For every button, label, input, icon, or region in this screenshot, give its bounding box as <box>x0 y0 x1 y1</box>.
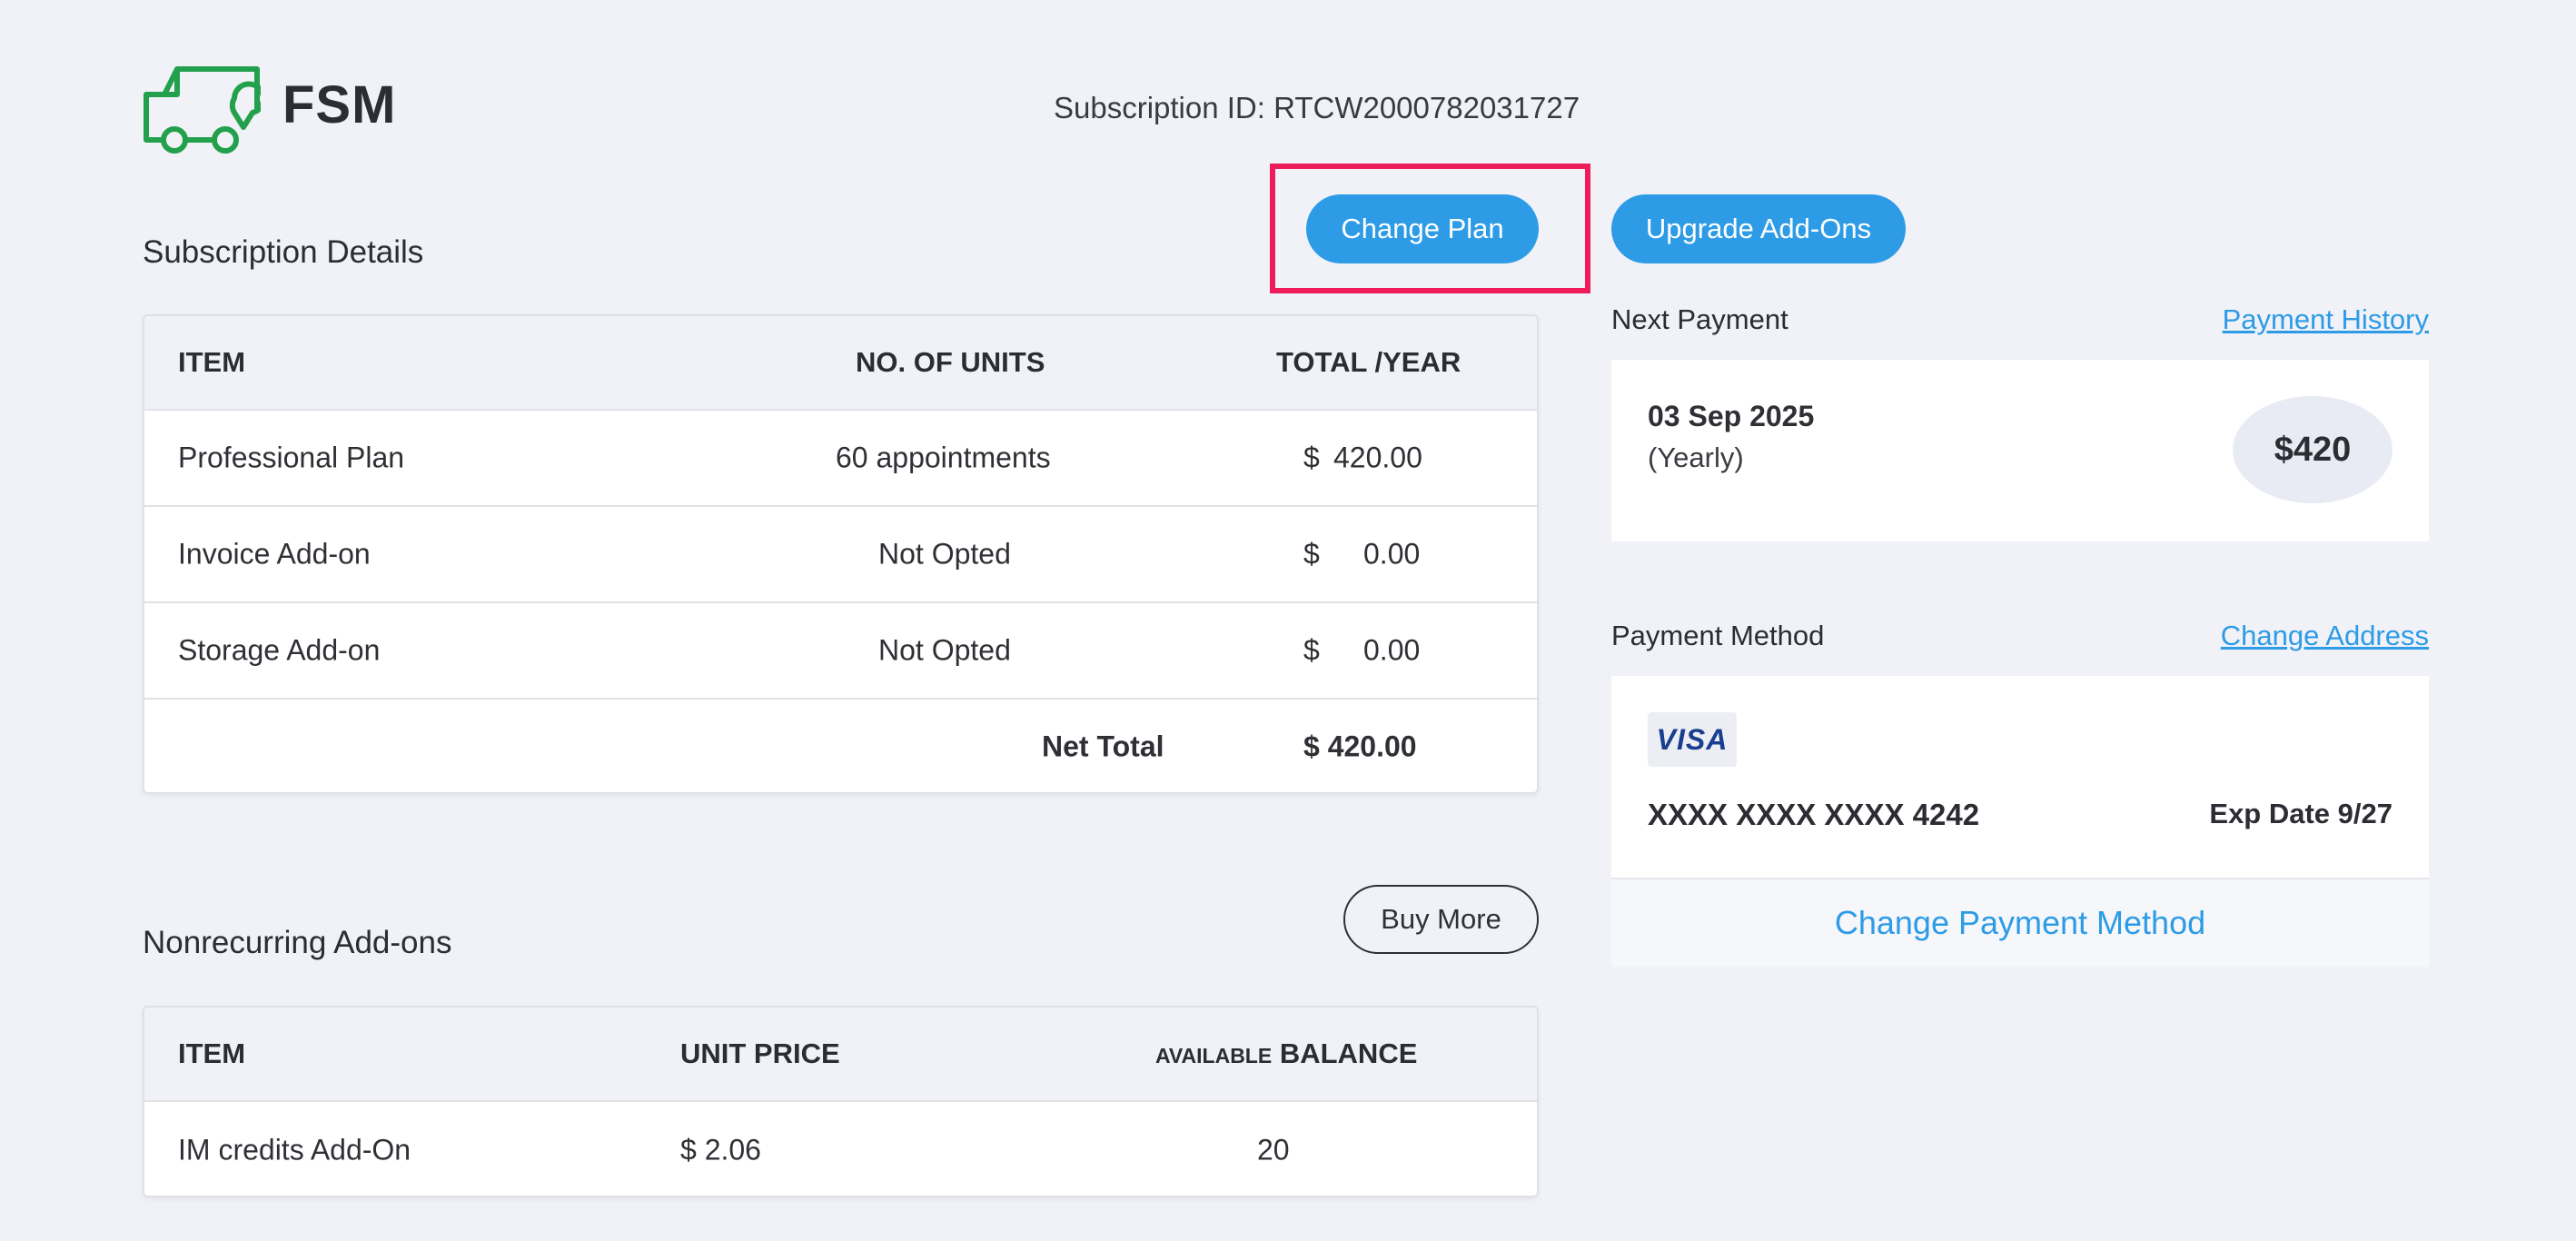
nonrecurring-table: ITEM UNIT PRICE AVAILABLE BALANCE IM cre… <box>143 1006 1539 1197</box>
card-exp-date: Exp Date 9/27 <box>2209 798 2393 829</box>
item-total: 420.00 <box>1333 441 1422 474</box>
item-units: Not Opted <box>878 537 1011 571</box>
column-header-item: ITEM <box>178 1037 246 1069</box>
item-total: 0.00 <box>1363 633 1421 667</box>
table-row: Invoice Add-on Not Opted $ 0.00 <box>144 507 1537 603</box>
table-header-row: ITEM UNIT PRICE AVAILABLE BALANCE <box>144 1008 1537 1102</box>
item-name: Professional Plan <box>178 441 405 474</box>
app-logo-text: FSM <box>282 75 397 134</box>
payment-method-label: Payment Method <box>1611 620 1825 651</box>
visa-card-icon: VISA <box>1648 712 1737 767</box>
highlight-box <box>1270 164 1590 293</box>
change-address-link[interactable]: Change Address <box>2221 620 2429 652</box>
balance-label: BALANCE <box>1279 1037 1418 1069</box>
column-header-total: TOTAL /YEAR <box>1276 346 1461 378</box>
available-balance: 20 <box>1257 1133 1290 1166</box>
nonrecurring-addons-title: Nonrecurring Add-ons <box>143 925 452 960</box>
payment-amount-badge: $420 <box>2233 396 2393 503</box>
column-header-item: ITEM <box>178 346 246 378</box>
item-units: Not Opted <box>878 633 1011 667</box>
card-number: XXXX XXXX XXXX 4242 <box>1648 798 1980 831</box>
net-total-row: Net Total $ 420.00 <box>144 700 1537 792</box>
item-name: IM credits Add-On <box>178 1133 411 1166</box>
payment-frequency: (Yearly) <box>1648 442 1744 473</box>
table-row: IM credits Add-On $ 2.06 20 <box>144 1102 1537 1196</box>
net-total-label: Net Total <box>1042 730 1164 763</box>
next-payment-date: 03 Sep 2025 <box>1648 400 1815 432</box>
change-payment-method-button[interactable]: Change Payment Method <box>1835 904 2205 942</box>
item-name: Invoice Add-on <box>178 537 371 571</box>
net-total-value: $ 420.00 <box>1303 730 1417 763</box>
payment-history-link[interactable]: Payment History <box>2223 303 2429 336</box>
next-payment-card: 03 Sep 2025 (Yearly) $420 <box>1611 360 2429 541</box>
change-payment-method-bar[interactable]: Change Payment Method <box>1611 878 2429 967</box>
payment-method-card: VISA XXXX XXXX XXXX 4242 Exp Date 9/27 C… <box>1611 676 2429 967</box>
column-header-balance: AVAILABLE BALANCE <box>1155 1037 1417 1070</box>
item-name: Storage Add-on <box>178 633 381 667</box>
column-header-units: NO. OF UNITS <box>856 346 1045 378</box>
table-row: Professional Plan 60 appointments $ 420.… <box>144 411 1537 507</box>
currency-symbol: $ <box>1303 537 1320 571</box>
column-header-unit-price: UNIT PRICE <box>680 1037 840 1069</box>
next-payment-label: Next Payment <box>1611 303 1788 335</box>
currency-symbol: $ <box>1303 633 1320 667</box>
table-header-row: ITEM NO. OF UNITS TOTAL /YEAR <box>144 316 1537 411</box>
subscription-details-title: Subscription Details <box>143 234 424 270</box>
item-total: 0.00 <box>1363 537 1421 571</box>
table-row: Storage Add-on Not Opted $ 0.00 <box>144 603 1537 700</box>
item-units: 60 appointments <box>836 441 1051 474</box>
unit-price: $ 2.06 <box>680 1133 761 1166</box>
available-prefix: AVAILABLE <box>1155 1044 1273 1067</box>
buy-more-button[interactable]: Buy More <box>1343 885 1539 954</box>
subscription-table: ITEM NO. OF UNITS TOTAL /YEAR Profession… <box>143 314 1539 794</box>
truck-location-icon <box>144 66 261 154</box>
subscription-id: Subscription ID: RTCW2000782031727 <box>1054 91 1580 124</box>
currency-symbol: $ <box>1303 441 1320 474</box>
upgrade-addons-button[interactable]: Upgrade Add-Ons <box>1611 194 1906 263</box>
